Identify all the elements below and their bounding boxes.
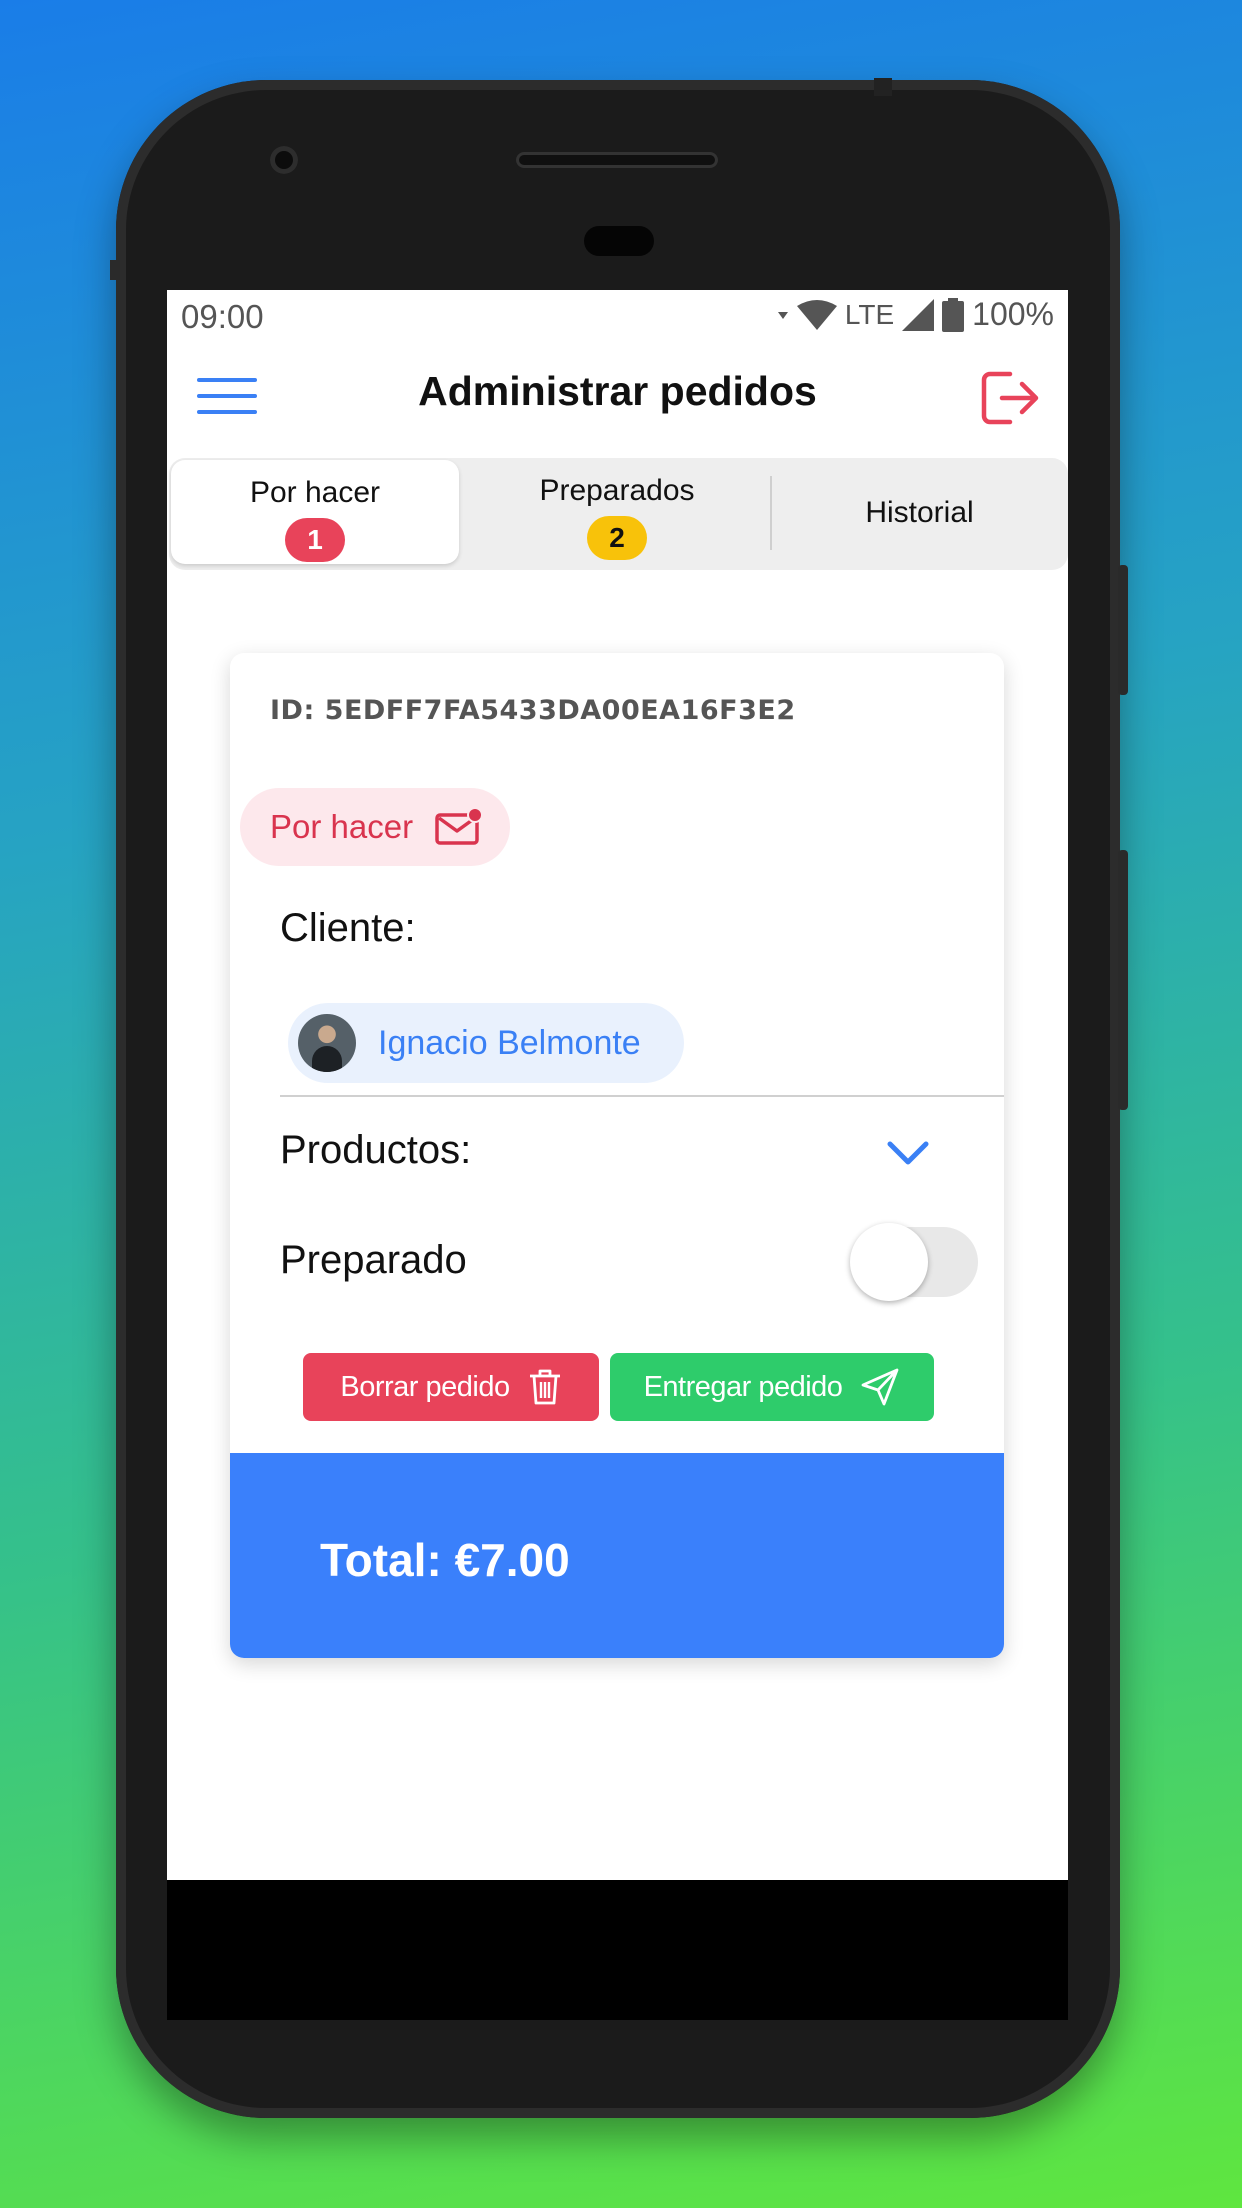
proximity-sensor (584, 226, 654, 256)
status-bar: 09:00 LTE 100% (167, 290, 1068, 346)
tab-historial[interactable]: Historial (771, 458, 1068, 570)
volume-button (1118, 850, 1128, 1110)
phone-bottom-bezel (167, 1880, 1068, 2020)
productos-label: Productos: (280, 1128, 472, 1172)
side-band (110, 260, 120, 280)
deliver-order-button[interactable]: Entregar pedido (610, 1353, 934, 1421)
divider (280, 1095, 1004, 1097)
tab-badge: 1 (285, 518, 345, 562)
tab-label: Por hacer (249, 476, 381, 509)
delete-order-label: Borrar pedido (340, 1370, 510, 1403)
network-type: LTE (844, 298, 895, 330)
deliver-order-label: Entregar pedido (643, 1370, 843, 1403)
toggle-knob (850, 1223, 928, 1301)
tab-por-hacer[interactable]: Por hacer 1 (171, 460, 459, 564)
preparado-label: Preparado (280, 1238, 467, 1282)
app-screen: 09:00 LTE 100% Administrar pedidos Por h… (167, 290, 1068, 1880)
logout-icon[interactable] (980, 370, 1040, 426)
status-time: 09:00 (181, 298, 264, 335)
app-header: Administrar pedidos (167, 348, 1068, 448)
client-name: Ignacio Belmonte (378, 1023, 641, 1062)
mail-notification-icon (435, 807, 484, 845)
tab-preparados[interactable]: Preparados 2 (467, 458, 767, 570)
data-arrow-icon (777, 311, 788, 319)
delete-order-button[interactable]: Borrar pedido (303, 1353, 599, 1421)
client-chip[interactable]: Ignacio Belmonte (288, 1003, 684, 1083)
battery-icon (942, 297, 965, 332)
front-camera (270, 146, 298, 174)
tab-badge: 2 (587, 516, 647, 560)
battery-level: 100% (972, 296, 1054, 332)
tab-label: Preparados (539, 474, 695, 507)
power-button (1118, 565, 1128, 695)
trash-icon (529, 1369, 560, 1405)
order-tabs: Por hacer 1 Preparados 2 Historial (169, 458, 1068, 570)
order-id: ID: 5EDFF7FA5433DA00EA16F3E2 (270, 695, 796, 726)
status-badge-label: Por hacer (270, 808, 414, 845)
wifi-icon (796, 299, 837, 330)
order-total: Total: €7.00 (320, 1534, 570, 1586)
avatar (298, 1014, 356, 1072)
status-badge: Por hacer (240, 788, 510, 866)
earpiece-speaker (516, 152, 718, 168)
phone-antenna-band (874, 78, 892, 96)
status-icons: LTE 100% (777, 296, 1054, 333)
chevron-down-icon[interactable] (886, 1138, 930, 1168)
preparado-toggle[interactable] (850, 1223, 978, 1301)
order-card: ID: 5EDFF7FA5433DA00EA16F3E2 Por hacer C… (230, 653, 1004, 1658)
signal-icon (902, 298, 935, 331)
total-bar: Total: €7.00 (230, 1453, 1004, 1658)
cliente-label: Cliente: (280, 906, 416, 950)
page-title: Administrar pedidos (418, 368, 817, 414)
send-icon (862, 1368, 899, 1406)
tab-label: Historial (865, 496, 974, 529)
